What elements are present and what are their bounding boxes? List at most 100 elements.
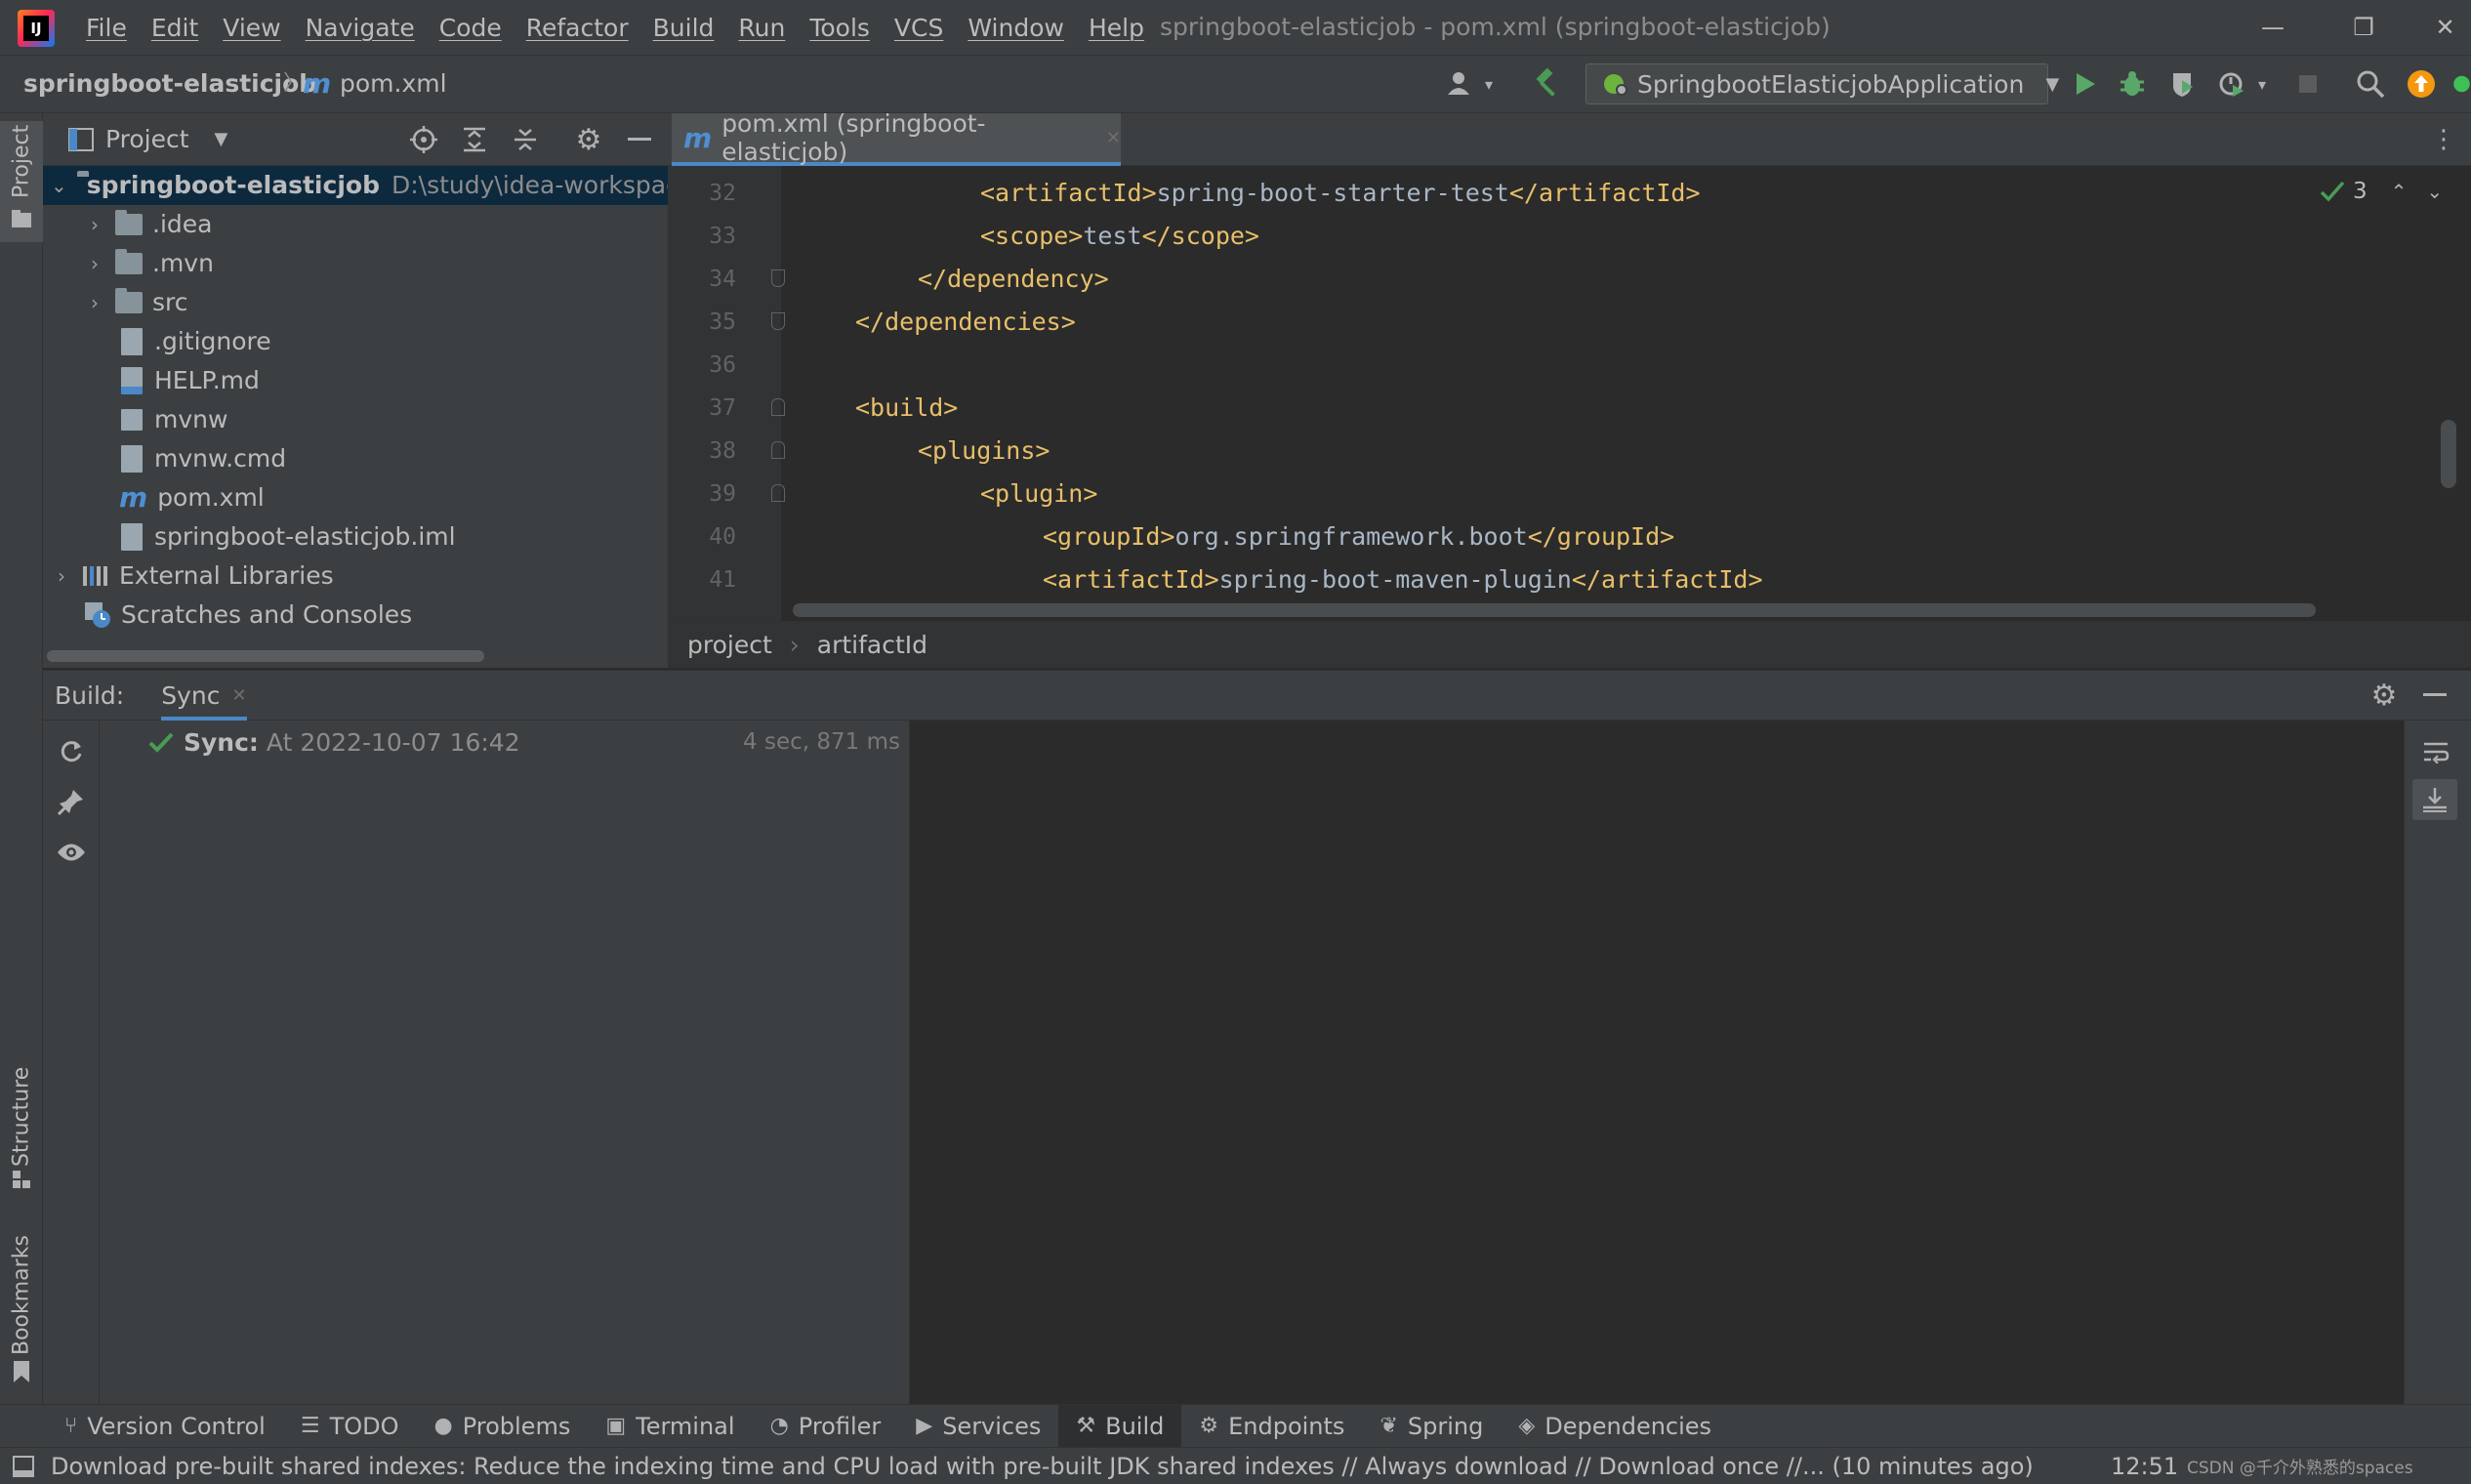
tree-item-pom-xml[interactable]: m pom.xml [117, 478, 265, 517]
nav-crumb-project[interactable]: springboot-elasticjob [23, 55, 316, 113]
bottom-tab-dependencies[interactable]: ◈ Dependencies [1501, 1405, 1729, 1448]
bottom-tab-build[interactable]: ⚒ Build [1058, 1404, 1182, 1448]
menu-vcs[interactable]: VCS [894, 14, 943, 42]
menu-refactor[interactable]: Refactor [526, 14, 629, 42]
expanded-chevron-icon[interactable]: ⌄ [51, 166, 67, 205]
build-console-output[interactable] [910, 721, 2404, 1404]
user-icon[interactable] [1447, 55, 1476, 113]
user-dropdown-icon[interactable]: ▾ [1480, 55, 1498, 113]
profile-icon[interactable] [2214, 55, 2249, 113]
tab-close-icon[interactable]: ✕ [1106, 128, 1121, 148]
menu-file[interactable]: File [86, 14, 127, 42]
tool-windows-toggle-icon[interactable] [12, 1455, 35, 1478]
bottom-tab-profiler[interactable]: ◔ Profiler [753, 1405, 899, 1448]
close-window-button[interactable]: ✕ [2419, 0, 2471, 55]
run-icon[interactable] [2068, 55, 2103, 113]
bottom-tab-services[interactable]: ▶ Services [898, 1405, 1058, 1448]
structure-tool-tab[interactable]: Structure [4, 1058, 39, 1175]
build-settings-gear-icon[interactable]: ⚙ [2367, 678, 2402, 713]
fold-marker-icon[interactable] [771, 441, 785, 459]
bookmarks-tool-tab[interactable]: Bookmarks [4, 1232, 39, 1359]
next-highlight-chevron-icon[interactable]: ⌄ [2426, 180, 2443, 203]
tree-item-mvn[interactable]: › .mvn [84, 244, 214, 283]
restore-button[interactable]: ❐ [2329, 0, 2398, 55]
nav-crumb-file[interactable]: pom.xml [340, 55, 447, 113]
eye-icon[interactable] [55, 836, 88, 869]
build-hammer-icon[interactable] [1531, 55, 1566, 113]
bottom-tab-terminal[interactable]: ▣ Terminal [588, 1405, 752, 1448]
collapsed-chevron-icon[interactable]: › [84, 283, 105, 322]
collapse-all-icon[interactable] [510, 123, 541, 156]
bottom-tab-version-control[interactable]: ⑂ Version Control [47, 1405, 283, 1448]
sync-refresh-icon[interactable] [55, 734, 88, 767]
bottom-tab-problems[interactable]: ● Problems [417, 1405, 589, 1448]
menu-view[interactable]: View [223, 14, 280, 42]
tree-item-mvnw[interactable]: mvnw [117, 400, 227, 439]
status-caret-time[interactable]: 12:51 [2111, 1453, 2178, 1480]
fold-marker-icon[interactable] [771, 269, 785, 287]
build-tab-sync[interactable]: Sync ✕ [161, 670, 247, 721]
project-settings-gear-icon[interactable]: ⚙ [572, 123, 605, 157]
collapsed-chevron-icon[interactable]: › [84, 205, 105, 244]
scratches-icon [84, 601, 111, 629]
editor-more-options-icon[interactable]: ⋮ [2427, 117, 2460, 162]
menu-tools[interactable]: Tools [809, 14, 870, 42]
locate-file-icon[interactable] [408, 123, 439, 156]
menu-edit[interactable]: Edit [151, 14, 198, 42]
minimize-button[interactable]: — [2239, 0, 2307, 55]
menu-help[interactable]: Help [1089, 14, 1144, 42]
run-configuration-select[interactable]: SpringbootElasticjobApplication ▼ [1586, 63, 2059, 104]
inspection-widget[interactable]: 3 ⌃ ⌄ [2320, 172, 2443, 211]
more-run-options-chevron-icon[interactable]: ▾ [2253, 55, 2271, 113]
hide-panel-icon[interactable] [623, 123, 656, 156]
tree-item-iml[interactable]: springboot-elasticjob.iml [117, 517, 456, 556]
breadcrumb-project[interactable]: project [687, 631, 772, 659]
update-icon[interactable] [2404, 55, 2439, 113]
fold-marker-icon[interactable] [771, 398, 785, 416]
pin-icon[interactable] [55, 785, 88, 818]
project-panel-title[interactable]: Project [105, 125, 189, 153]
menu-build[interactable]: Build [653, 14, 715, 42]
hide-build-panel-icon[interactable] [2417, 678, 2452, 713]
tree-item-external-libraries[interactable]: › External Libraries [51, 556, 334, 596]
editor-vertical-scrollbar[interactable] [2441, 420, 2456, 488]
editor-horizontal-scrollbar[interactable] [793, 603, 2316, 617]
project-tool-tab[interactable]: Project [4, 124, 39, 197]
soft-wrap-icon[interactable] [2418, 734, 2453, 769]
project-horizontal-scrollbar[interactable] [47, 650, 484, 662]
previous-highlight-chevron-icon[interactable]: ⌃ [2391, 180, 2408, 203]
tree-root-project[interactable]: ⌄ springboot-elasticjob D:\study\idea-wo… [43, 166, 694, 205]
tree-item-mvnw-cmd[interactable]: mvnw.cmd [117, 439, 286, 478]
bottom-tab-spring[interactable]: ❦ Spring [1362, 1405, 1501, 1448]
editor-tab-pom[interactable]: m pom.xml (springboot-elasticjob) ✕ [672, 109, 1121, 166]
tree-item-help-md[interactable]: HELP.md [117, 361, 260, 400]
bottom-tab-endpoints[interactable]: ⚙ Endpoints [1181, 1405, 1362, 1448]
scroll-to-end-icon[interactable] [2412, 779, 2457, 820]
menu-code[interactable]: Code [439, 14, 502, 42]
sync-result-row[interactable]: Sync: At 2022-10-07 16:42 4 sec, 871 ms [148, 721, 900, 763]
tree-item-gitignore[interactable]: .gitignore [117, 322, 271, 361]
collapsed-chevron-icon[interactable]: › [51, 556, 72, 596]
status-message[interactable]: Download pre-built shared indexes: Reduc… [51, 1453, 2034, 1480]
menu-navigate[interactable]: Navigate [306, 14, 415, 42]
tree-item-scratches[interactable]: Scratches and Consoles [84, 596, 412, 635]
tree-item-label: .mvn [152, 249, 214, 277]
coverage-icon[interactable] [2165, 55, 2201, 113]
expand-all-icon[interactable] [459, 123, 490, 156]
stop-icon[interactable] [2290, 55, 2326, 113]
tab-close-icon[interactable]: ✕ [231, 685, 246, 706]
tree-item-src[interactable]: › src [84, 283, 188, 322]
menu-window[interactable]: Window [968, 14, 1064, 42]
fold-marker-icon[interactable] [771, 312, 785, 330]
plugin-icon[interactable] [2452, 55, 2471, 113]
collapsed-chevron-icon[interactable]: › [84, 244, 105, 283]
search-icon[interactable] [2353, 55, 2388, 113]
project-view-chevron-down-icon[interactable]: ▼ [215, 129, 228, 149]
tree-item-idea[interactable]: › .idea [84, 205, 212, 244]
breadcrumb-artifactid[interactable]: artifactId [817, 631, 927, 659]
bottom-tab-todo[interactable]: ☰ TODO [283, 1405, 417, 1448]
debug-bug-icon[interactable] [2115, 55, 2150, 113]
menu-run[interactable]: Run [738, 14, 785, 42]
services-icon: ▶ [916, 1414, 933, 1438]
fold-marker-icon[interactable] [771, 484, 785, 502]
